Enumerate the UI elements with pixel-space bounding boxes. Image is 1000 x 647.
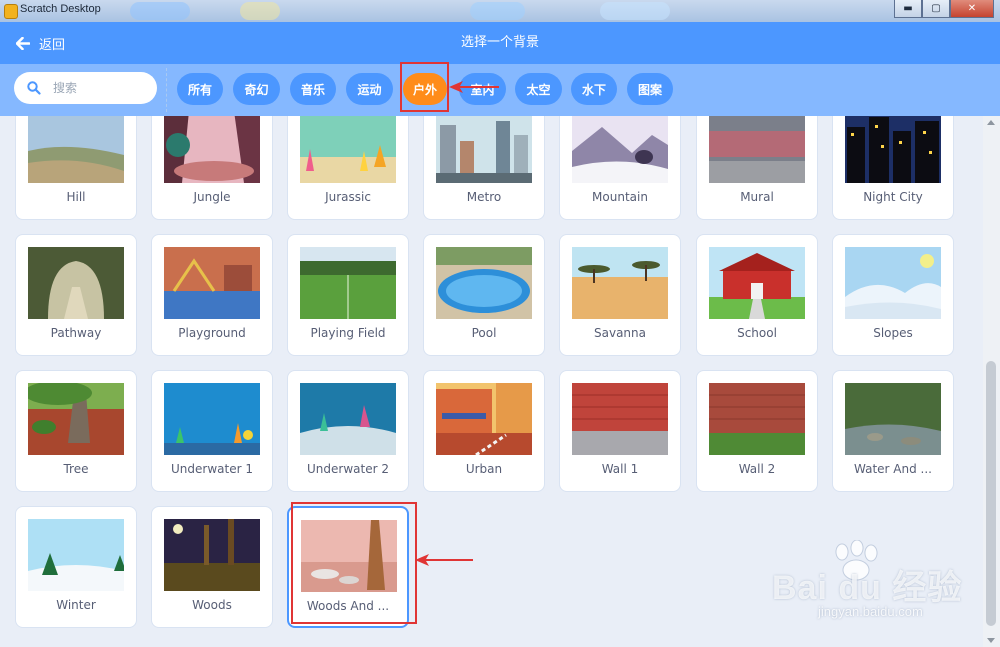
backdrop-card-winter[interactable]: Winter [15, 506, 137, 628]
backdrop-thumbnail [164, 519, 260, 591]
backdrop-thumbnail [164, 383, 260, 455]
backdrop-card-woods[interactable]: Woods [151, 506, 273, 628]
filter-bar: 所有 奇幻 音乐 运动 户外 室内 太空 水下 图案 [0, 62, 1000, 116]
maximize-button[interactable]: ▢ [922, 0, 950, 18]
backdrop-label: Night City [863, 190, 923, 204]
backdrop-card-night-city[interactable]: Night City [832, 116, 954, 220]
backdrop-card-tree[interactable]: Tree [15, 370, 137, 492]
backdrop-card-pathway[interactable]: Pathway [15, 234, 137, 356]
backdrop-thumbnail [300, 247, 396, 319]
backdrop-thumbnail [572, 247, 668, 319]
search-box[interactable] [14, 72, 157, 104]
backdrop-label: Mountain [592, 190, 648, 204]
scroll-down-icon[interactable] [987, 638, 995, 643]
watermark-url: jingyan.baidu.com [818, 604, 923, 619]
backdrop-card-jurassic[interactable]: Jurassic [287, 116, 409, 220]
backdrop-card-metro[interactable]: Metro [423, 116, 545, 220]
annotation-arrow-icon [415, 554, 473, 566]
backdrop-thumbnail [28, 116, 124, 183]
backdrop-card-underwater-1[interactable]: Underwater 1 [151, 370, 273, 492]
backdrop-thumbnail [164, 247, 260, 319]
backdrop-label: Pool [471, 326, 497, 340]
annotation-arrow-icon [449, 81, 499, 93]
backdrop-thumbnail [164, 116, 260, 183]
backdrop-card-wall-1[interactable]: Wall 1 [559, 370, 681, 492]
tag-all[interactable]: 所有 [177, 73, 223, 105]
page-title: 选择一个背景 [460, 35, 539, 50]
backdrop-label: Tree [63, 462, 89, 476]
backdrop-label: Wall 2 [738, 462, 776, 476]
filter-divider [166, 68, 167, 112]
outdoors-highlight-box [400, 62, 449, 112]
backdrop-label: Pathway [50, 326, 102, 340]
backdrop-thumbnail [572, 383, 668, 455]
tag-fantasy[interactable]: 奇幻 [233, 73, 280, 105]
tag-music[interactable]: 音乐 [290, 73, 336, 105]
backdrop-card-playing-field[interactable]: Playing Field [287, 234, 409, 356]
backdrop-label: School [737, 326, 777, 340]
backdrop-card-hill[interactable]: Hill [15, 116, 137, 220]
scroll-up-icon[interactable] [987, 120, 995, 125]
backdrop-thumbnail [436, 247, 532, 319]
backdrop-label: Urban [465, 462, 503, 476]
backdrop-card-mural[interactable]: Mural [696, 116, 818, 220]
backdrop-label: Winter [56, 598, 96, 612]
backdrop-thumbnail [709, 116, 805, 183]
vertical-scrollbar[interactable] [983, 116, 1000, 647]
backdrop-label: Wall 1 [601, 462, 639, 476]
backdrop-card-mountain[interactable]: Mountain [559, 116, 681, 220]
backdrop-label: Woods [192, 598, 232, 612]
backdrop-thumbnail [436, 383, 532, 455]
search-input[interactable] [51, 80, 150, 96]
backdrop-card-pool[interactable]: Pool [423, 234, 545, 356]
backdrop-label: Slopes [873, 326, 913, 340]
library-header: 返回 选择一个背景 [0, 22, 1000, 64]
backdrop-label: Playground [178, 326, 246, 340]
backdrop-thumbnail [436, 116, 532, 183]
backdrop-card-underwater-2[interactable]: Underwater 2 [287, 370, 409, 492]
backdrop-thumbnail [709, 247, 805, 319]
backdrop-card-water-and-rocks[interactable]: Water And ... [832, 370, 954, 492]
close-button[interactable]: ✕ [950, 0, 994, 18]
backdrop-card-jungle[interactable]: Jungle [151, 116, 273, 220]
tag-underwater[interactable]: 水下 [571, 73, 617, 105]
backdrop-thumbnail [300, 383, 396, 455]
backdrop-thumbnail [572, 116, 668, 183]
selected-card-highlight-box [291, 502, 417, 624]
minimize-button[interactable]: ▬ [894, 0, 922, 18]
backdrop-label: Underwater 1 [171, 462, 253, 476]
backdrop-label: Jurassic [325, 190, 371, 204]
backdrop-thumbnail [845, 116, 941, 183]
backdrop-thumbnail [845, 383, 941, 455]
backdrop-label: Hill [66, 190, 86, 204]
backdrop-label: Jungle [193, 190, 231, 204]
backdrop-thumbnail [300, 116, 396, 183]
backdrop-label: Metro [466, 190, 502, 204]
backdrop-label: Water And ... [854, 462, 932, 476]
tag-sports[interactable]: 运动 [346, 73, 393, 105]
watermark-brand: Bai du 经验 [772, 569, 963, 607]
backdrop-thumbnail [845, 247, 941, 319]
tag-patterns[interactable]: 图案 [627, 73, 673, 105]
backdrop-card-playground[interactable]: Playground [151, 234, 273, 356]
backdrop-card-slopes[interactable]: Slopes [832, 234, 954, 356]
window-titlebar: Scratch Desktop ▬ ▢ ✕ [0, 0, 1000, 23]
window-title: Scratch Desktop [20, 3, 101, 15]
tag-space[interactable]: 太空 [515, 73, 562, 105]
scratch-app-icon [4, 4, 18, 19]
backdrop-card-wall-2[interactable]: Wall 2 [696, 370, 818, 492]
backdrop-thumbnail [709, 383, 805, 455]
backdrop-label: Underwater 2 [307, 462, 389, 476]
backdrop-thumbnail [28, 383, 124, 455]
scrollbar-thumb[interactable] [986, 361, 996, 626]
backdrop-thumbnail [28, 519, 124, 591]
backdrop-thumbnail [28, 247, 124, 319]
backdrop-label: Savanna [594, 326, 646, 340]
search-icon [27, 81, 41, 95]
backdrop-label: Playing Field [310, 326, 386, 340]
backdrop-card-savanna[interactable]: Savanna [559, 234, 681, 356]
backdrop-label: Mural [740, 190, 774, 204]
backdrop-card-urban[interactable]: Urban [423, 370, 545, 492]
backdrop-card-school[interactable]: School [696, 234, 818, 356]
